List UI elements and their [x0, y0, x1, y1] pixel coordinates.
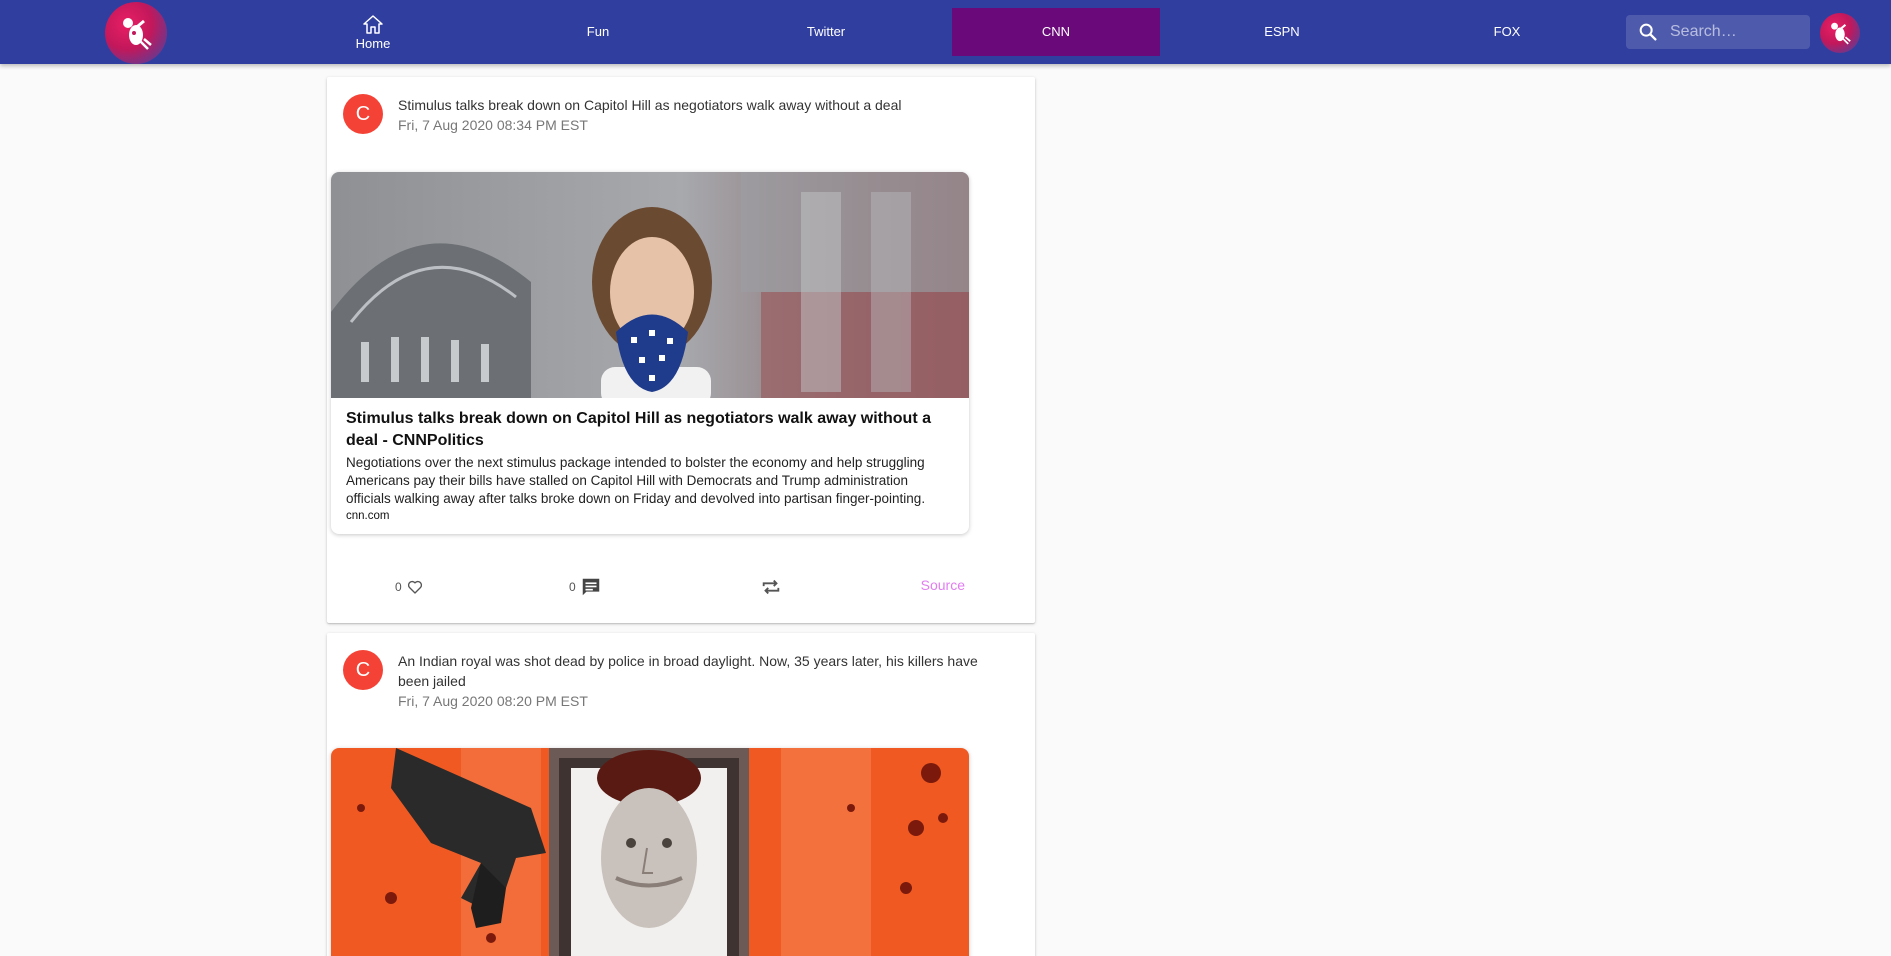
- search-input[interactable]: [1670, 23, 1800, 41]
- post-title: An Indian royal was shot dead by police …: [398, 653, 978, 689]
- tab-cnn[interactable]: CNN: [952, 8, 1160, 56]
- user-avatar[interactable]: [1820, 13, 1860, 53]
- post-header: C An Indian royal was shot dead by polic…: [327, 633, 1035, 711]
- comment-count: 0: [569, 580, 576, 594]
- post-avatar: C: [343, 94, 383, 134]
- bee-avatar-icon: [1831, 22, 1851, 45]
- link-preview[interactable]: [331, 748, 969, 956]
- app-bar: Home Fun Twitter CNN ESPN FOX: [0, 0, 1891, 64]
- preview-domain: cnn.com: [346, 510, 390, 522]
- post-date: Fri, 7 Aug 2020 08:34 PM EST: [398, 117, 588, 133]
- comment-icon: [582, 578, 599, 596]
- tab-cnn-label: CNN: [1041, 24, 1071, 39]
- tab-fun-label: Fun: [586, 24, 610, 39]
- tab-espn[interactable]: ESPN: [1222, 8, 1342, 56]
- tab-espn-label: ESPN: [1264, 24, 1300, 39]
- home-icon: [363, 15, 383, 34]
- tab-home[interactable]: Home: [330, 8, 416, 56]
- post-header: C Stimulus talks break down on Capitol H…: [327, 77, 1035, 135]
- tab-twitter[interactable]: Twitter: [766, 8, 886, 56]
- comment-button[interactable]: 0: [569, 567, 602, 607]
- post-actions: 0 0 Source: [327, 567, 1035, 607]
- post-date: Fri, 7 Aug 2020 08:20 PM EST: [398, 693, 588, 709]
- source-link[interactable]: Source: [921, 577, 965, 593]
- app-logo[interactable]: [105, 2, 167, 64]
- preview-title: Stimulus talks break down on Capitol Hil…: [346, 410, 931, 449]
- tab-fox[interactable]: FOX: [1447, 8, 1567, 56]
- search-icon: [1626, 21, 1670, 43]
- tab-home-label: Home: [355, 36, 391, 51]
- tab-fun[interactable]: Fun: [538, 8, 658, 56]
- like-button[interactable]: 0: [395, 567, 424, 607]
- post-avatar: C: [343, 650, 383, 690]
- repost-button[interactable]: [760, 567, 782, 607]
- bee-logo-icon: [123, 18, 152, 50]
- post-title: Stimulus talks break down on Capitol Hil…: [398, 97, 902, 113]
- tab-twitter-label: Twitter: [806, 24, 846, 39]
- like-count: 0: [395, 580, 402, 594]
- tab-fox-label: FOX: [1493, 24, 1521, 39]
- link-preview[interactable]: Stimulus talks break down on Capitol Hil…: [331, 172, 969, 534]
- post-card: C An Indian royal was shot dead by polic…: [327, 633, 1035, 956]
- search-box[interactable]: [1626, 15, 1810, 49]
- heart-icon: [407, 580, 422, 594]
- preview-image: [331, 172, 969, 398]
- post-card: C Stimulus talks break down on Capitol H…: [327, 77, 1035, 623]
- repeat-icon: [762, 579, 780, 595]
- preview-image: [331, 748, 969, 956]
- preview-description: Negotiations over the next stimulus pack…: [346, 455, 926, 506]
